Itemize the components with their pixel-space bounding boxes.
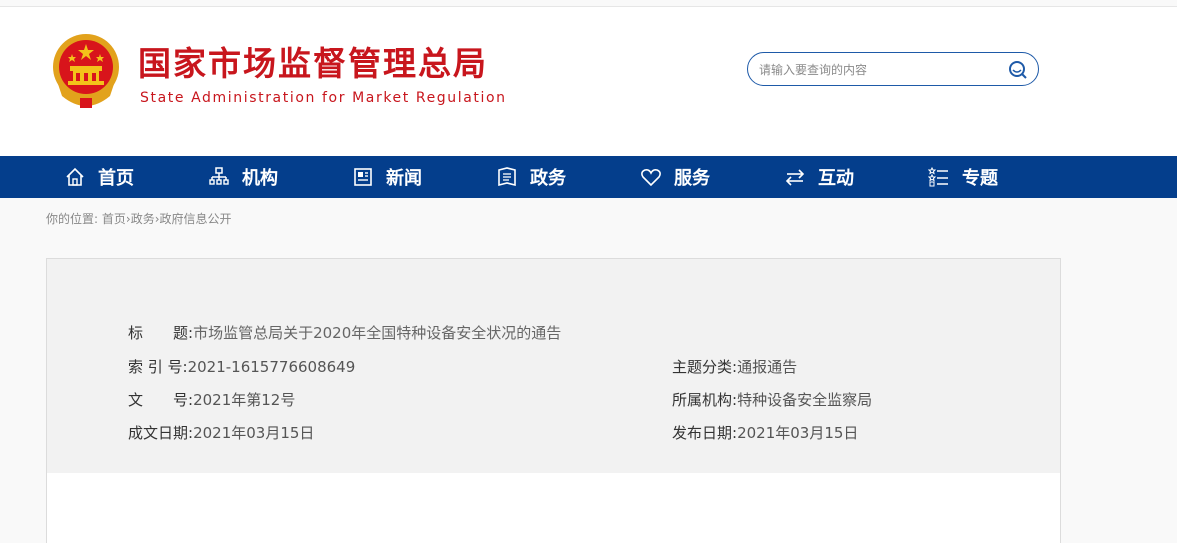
nav-item-org[interactable]: 机构 <box>208 156 278 198</box>
meta-published-row: 发布日期:2021年03月15日 <box>672 422 858 443</box>
breadcrumb-public-info[interactable]: 政府信息公开 <box>160 212 232 226</box>
nav-label: 机构 <box>242 168 278 189</box>
meta-category-row: 主题分类:通报通告 <box>672 356 797 377</box>
meta-agency-value: 特种设备安全监察局 <box>737 391 873 409</box>
exchange-icon <box>785 169 805 186</box>
meta-created-label: 成文日期: <box>128 424 194 442</box>
search-icon[interactable] <box>1008 60 1028 80</box>
search-input[interactable] <box>757 59 1001 81</box>
meta-docno-row: 文 号:2021年第12号 <box>128 389 295 410</box>
breadcrumb-prefix: 你的位置: <box>46 212 99 226</box>
meta-docno-label: 文 号: <box>128 391 194 409</box>
government-icon <box>498 167 516 187</box>
nav-item-government[interactable]: 政务 <box>496 156 566 198</box>
meta-category-label: 主题分类: <box>672 358 738 376</box>
main-nav: 首页 机构 新闻 政务 服务 互动 专题 <box>0 156 1177 198</box>
nav-label: 新闻 <box>386 168 422 189</box>
site-title[interactable]: 国家市场监督管理总局 <box>138 42 488 86</box>
nav-item-topics[interactable]: 专题 <box>928 156 998 198</box>
search-box <box>747 52 1039 86</box>
nav-label: 政务 <box>530 168 566 189</box>
breadcrumb: 你的位置: 首页›政务›政府信息公开 <box>46 210 232 227</box>
meta-title-value: 市场监管总局关于2020年全国特种设备安全状况的通告 <box>193 324 562 342</box>
article-content <box>46 473 1061 543</box>
meta-title-label: 标 题: <box>128 324 194 342</box>
nav-item-service[interactable]: 服务 <box>640 156 710 198</box>
meta-published-value: 2021年03月15日 <box>737 424 859 442</box>
nav-label: 互动 <box>818 168 854 189</box>
site-subtitle: State Administration for Market Regulati… <box>140 90 507 106</box>
nav-label: 服务 <box>674 168 710 189</box>
home-icon <box>66 167 84 186</box>
heart-icon <box>641 169 661 187</box>
nav-item-home[interactable]: 首页 <box>64 156 134 198</box>
meta-title-row: 标 题:市场监管总局关于2020年全国特种设备安全状况的通告 <box>128 322 561 343</box>
topic-list-icon <box>928 166 948 187</box>
meta-docno-value: 2021年第12号 <box>193 391 296 409</box>
meta-agency-row: 所属机构:特种设备安全监察局 <box>672 389 872 410</box>
nav-item-news[interactable]: 新闻 <box>352 156 422 198</box>
national-emblem-icon[interactable] <box>50 32 122 112</box>
meta-created-value: 2021年03月15日 <box>193 424 315 442</box>
news-icon <box>354 168 372 186</box>
nav-label: 首页 <box>98 168 134 189</box>
meta-index-row: 索 引 号:2021-1615776608649 <box>128 356 355 377</box>
meta-created-row: 成文日期:2021年03月15日 <box>128 422 314 443</box>
meta-agency-label: 所属机构: <box>672 391 738 409</box>
meta-category-value: 通报通告 <box>737 358 798 376</box>
nav-label: 专题 <box>962 168 998 189</box>
org-chart-icon <box>209 167 229 185</box>
nav-item-interaction[interactable]: 互动 <box>784 156 854 198</box>
meta-published-label: 发布日期: <box>672 424 738 442</box>
breadcrumb-government[interactable]: 政务 <box>131 212 155 226</box>
breadcrumb-home[interactable]: 首页 <box>102 212 126 226</box>
meta-index-label: 索 引 号: <box>128 358 188 376</box>
meta-index-value: 2021-1615776608649 <box>187 358 356 376</box>
